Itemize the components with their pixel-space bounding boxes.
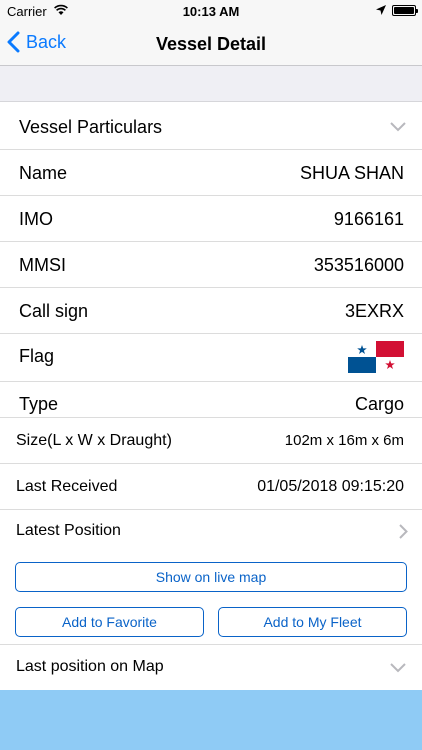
size-value: 102m x 16m x 6m [284, 432, 404, 449]
add-to-my-fleet-button[interactable]: Add to My Fleet [218, 607, 407, 637]
status-bar: Carrier 10:13 AM [0, 0, 422, 22]
page-title: Vessel Detail [155, 34, 267, 54]
add-to-favorite-button[interactable]: Add to Favorite [15, 607, 204, 637]
chevron-right-icon [399, 524, 408, 539]
section-title: Vessel Particulars [19, 117, 163, 137]
mmsi-label: MMSI [19, 255, 66, 275]
location-arrow-icon [376, 5, 386, 15]
last-position-on-map-row[interactable]: Last position on Map [0, 644, 422, 690]
navigation-bar: Back Vessel Detail [0, 22, 422, 66]
imo-row: IMO 9166161 [0, 196, 422, 242]
map-section-label: Last position on Map [16, 658, 164, 675]
callsign-label: Call sign [19, 301, 89, 321]
type-value: Cargo [354, 394, 404, 414]
callsign-row: Call sign 3EXRX [0, 288, 422, 334]
section-spacer [0, 66, 422, 102]
mmsi-value: 353516000 [313, 255, 404, 275]
latest-position-row[interactable]: Latest Position [0, 510, 422, 556]
chevron-down-icon [390, 663, 406, 673]
imo-label: IMO [19, 209, 53, 229]
name-value: SHUA SHAN [299, 163, 404, 183]
clock: 10:13 AM [182, 4, 240, 19]
size-label: Size(L x W x Draught) [16, 432, 172, 449]
flag-row: Flag [0, 334, 422, 382]
size-row: Size(L x W x Draught) 102m x 16m x 6m [0, 418, 422, 464]
flag-label: Flag [19, 346, 55, 366]
show-on-live-map-button[interactable]: Show on live map [15, 562, 407, 592]
map-preview[interactable] [0, 690, 422, 750]
latest-position-label: Latest Position [16, 522, 121, 539]
last-received-label: Last Received [16, 478, 118, 495]
type-label: Type [19, 394, 59, 414]
last-received-row: Last Received 01/05/2018 09:15:20 [0, 464, 422, 510]
name-label: Name [19, 163, 68, 183]
type-row: Type Cargo [0, 382, 422, 418]
mmsi-row: MMSI 353516000 [0, 242, 422, 288]
battery-icon [392, 5, 418, 16]
last-received-value: 01/05/2018 09:15:20 [257, 478, 404, 495]
chevron-down-icon [390, 122, 406, 132]
name-row: Name SHUA SHAN [0, 150, 422, 196]
vessel-particulars-header[interactable]: Vessel Particulars [0, 102, 422, 150]
callsign-value: 3EXRX [344, 301, 404, 321]
panama-flag-icon [348, 341, 404, 373]
imo-value: 9166161 [333, 209, 404, 229]
